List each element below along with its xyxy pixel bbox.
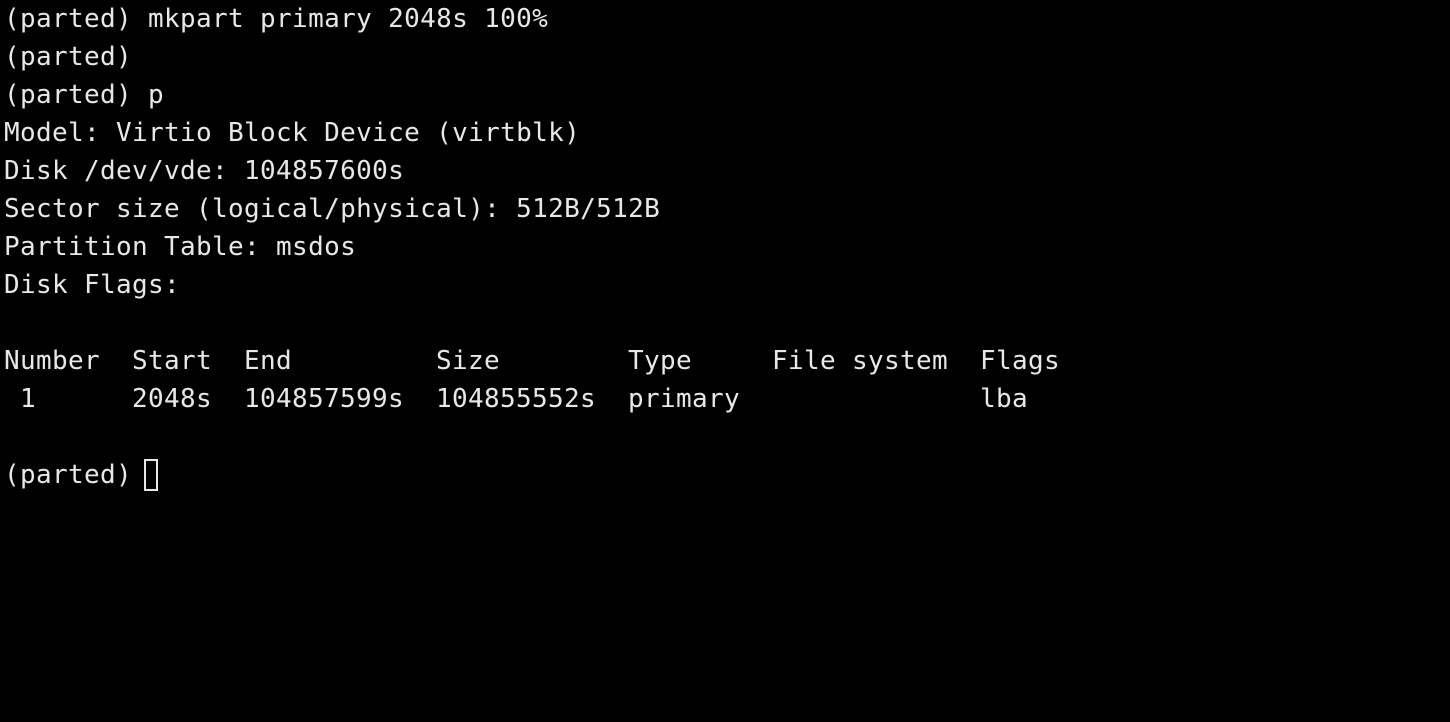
header-flags: Flags (980, 346, 1061, 376)
output-line-disk-flags: Disk Flags: (4, 270, 181, 300)
cell-type: primary (628, 384, 741, 414)
text-cursor[interactable] (144, 459, 159, 491)
cell-start: 2048s (132, 384, 213, 414)
partition-table-header: Number Start End Size Type File system F… (4, 342, 1450, 380)
header-file-system: File system (772, 346, 949, 376)
output-line-sector-size: Sector size (logical/physical): 512B/512… (4, 194, 661, 224)
output-line-partition-table: Partition Table: msdos (4, 232, 357, 262)
terminal-window[interactable]: (parted) mkpart primary 2048s 100% (part… (0, 0, 1450, 492)
header-size: Size (436, 346, 501, 376)
header-end: End (244, 346, 293, 376)
active-prompt-line[interactable]: (parted) (4, 456, 1450, 494)
cell-flags: lba (980, 384, 1029, 414)
output-line-mkpart-command: (parted) mkpart primary 2048s 100% (4, 4, 549, 34)
header-type: Type (628, 346, 693, 376)
cell-number: 1 (20, 384, 37, 414)
cell-end: 104857599s (244, 384, 405, 414)
output-line-empty-prompt: (parted) (4, 42, 133, 72)
output-line-print-command: (parted) p (4, 80, 165, 110)
cell-size: 104855552s (436, 384, 597, 414)
prompt-label: (parted) (4, 460, 133, 490)
partition-row: 1 2048s 104857599s 104855552s primary lb… (4, 380, 1450, 418)
output-line-disk: Disk /dev/vde: 104857600s (4, 156, 405, 186)
header-number: Number (4, 346, 101, 376)
output-line-model: Model: Virtio Block Device (virtblk) (4, 118, 581, 148)
header-start: Start (132, 346, 213, 376)
